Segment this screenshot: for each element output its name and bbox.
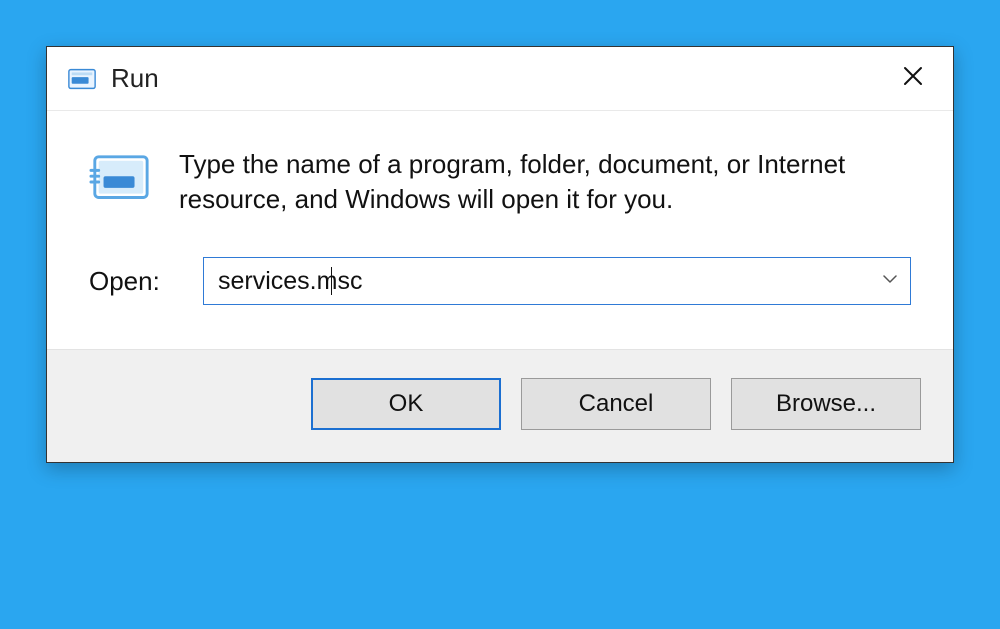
open-row: Open: [89, 257, 911, 305]
close-icon [901, 64, 925, 93]
chevron-down-icon [882, 271, 898, 292]
description-row: Type the name of a program, folder, docu… [89, 147, 911, 217]
dropdown-button[interactable] [870, 258, 910, 304]
ok-button[interactable]: OK [311, 378, 501, 430]
text-cursor [331, 267, 332, 295]
close-button[interactable] [889, 55, 937, 103]
dialog-footer: OK Cancel Browse... [47, 349, 953, 462]
run-dialog: Run Type the name of a program, folder, … [46, 46, 954, 463]
dialog-title: Run [111, 63, 889, 94]
title-bar: Run [47, 47, 953, 111]
command-combobox[interactable] [203, 257, 911, 305]
run-large-icon [89, 151, 151, 207]
open-label: Open: [89, 266, 179, 297]
run-icon [67, 64, 97, 94]
dialog-body: Type the name of a program, folder, docu… [47, 111, 953, 349]
browse-button[interactable]: Browse... [731, 378, 921, 430]
description-text: Type the name of a program, folder, docu… [179, 147, 879, 217]
command-input[interactable] [204, 258, 910, 304]
cancel-button[interactable]: Cancel [521, 378, 711, 430]
